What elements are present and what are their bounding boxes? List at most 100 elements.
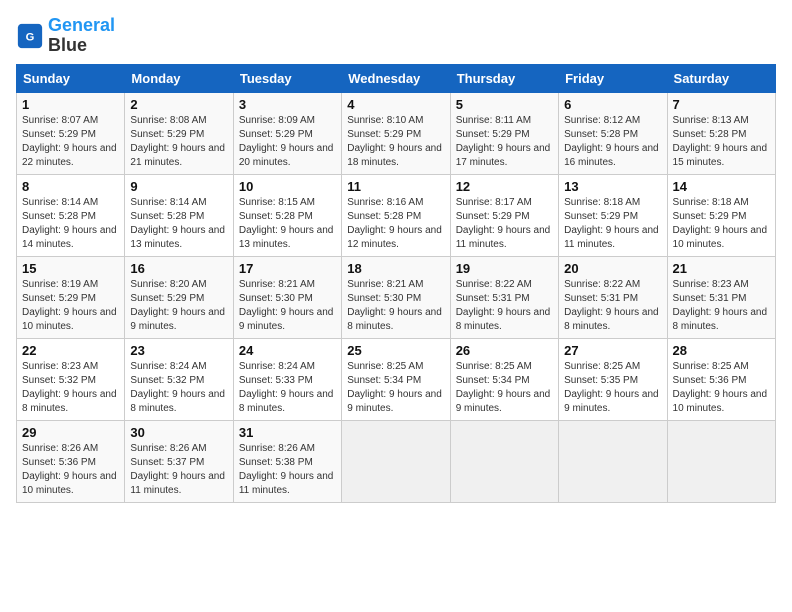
day-header-monday: Monday: [125, 64, 233, 92]
sunrise: Sunrise: 8:12 AM: [564, 115, 640, 126]
day-info: Sunrise: 8:18 AM Sunset: 5:29 PM Dayligh…: [564, 196, 661, 252]
daylight: Daylight: 9 hours and 22 minutes.: [22, 143, 117, 168]
sunrise: Sunrise: 8:24 AM: [130, 361, 206, 372]
sunset: Sunset: 5:33 PM: [239, 375, 313, 386]
day-number: 15: [22, 261, 119, 276]
calendar-cell: 30 Sunrise: 8:26 AM Sunset: 5:37 PM Dayl…: [125, 420, 233, 502]
calendar-table: SundayMondayTuesdayWednesdayThursdayFrid…: [16, 64, 776, 503]
sunrise: Sunrise: 8:17 AM: [456, 197, 532, 208]
sunrise: Sunrise: 8:21 AM: [239, 279, 315, 290]
day-number: 19: [456, 261, 553, 276]
day-header-friday: Friday: [559, 64, 667, 92]
daylight: Daylight: 9 hours and 10 minutes.: [22, 471, 117, 496]
day-info: Sunrise: 8:16 AM Sunset: 5:28 PM Dayligh…: [347, 196, 444, 252]
day-header-sunday: Sunday: [17, 64, 125, 92]
calendar-cell: 20 Sunrise: 8:22 AM Sunset: 5:31 PM Dayl…: [559, 256, 667, 338]
sunrise: Sunrise: 8:14 AM: [130, 197, 206, 208]
calendar-cell: 12 Sunrise: 8:17 AM Sunset: 5:29 PM Dayl…: [450, 174, 558, 256]
page-header: G General Blue: [16, 16, 776, 56]
sunset: Sunset: 5:34 PM: [456, 375, 530, 386]
day-info: Sunrise: 8:23 AM Sunset: 5:31 PM Dayligh…: [673, 278, 770, 334]
daylight: Daylight: 9 hours and 8 minutes.: [239, 389, 334, 414]
sunrise: Sunrise: 8:15 AM: [239, 197, 315, 208]
calendar-cell: 25 Sunrise: 8:25 AM Sunset: 5:34 PM Dayl…: [342, 338, 450, 420]
sunrise: Sunrise: 8:23 AM: [22, 361, 98, 372]
calendar-cell: 7 Sunrise: 8:13 AM Sunset: 5:28 PM Dayli…: [667, 92, 775, 174]
day-number: 29: [22, 425, 119, 440]
day-info: Sunrise: 8:19 AM Sunset: 5:29 PM Dayligh…: [22, 278, 119, 334]
sunset: Sunset: 5:36 PM: [673, 375, 747, 386]
day-number: 8: [22, 179, 119, 194]
day-number: 20: [564, 261, 661, 276]
day-info: Sunrise: 8:26 AM Sunset: 5:37 PM Dayligh…: [130, 442, 227, 498]
day-info: Sunrise: 8:25 AM Sunset: 5:36 PM Dayligh…: [673, 360, 770, 416]
daylight: Daylight: 9 hours and 11 minutes.: [239, 471, 334, 496]
daylight: Daylight: 9 hours and 9 minutes.: [130, 307, 225, 332]
day-number: 30: [130, 425, 227, 440]
daylight: Daylight: 9 hours and 10 minutes.: [673, 389, 768, 414]
sunrise: Sunrise: 8:11 AM: [456, 115, 531, 126]
day-info: Sunrise: 8:25 AM Sunset: 5:35 PM Dayligh…: [564, 360, 661, 416]
day-info: Sunrise: 8:22 AM Sunset: 5:31 PM Dayligh…: [456, 278, 553, 334]
day-info: Sunrise: 8:24 AM Sunset: 5:33 PM Dayligh…: [239, 360, 336, 416]
calendar-cell: [450, 420, 558, 502]
sunset: Sunset: 5:28 PM: [347, 211, 421, 222]
day-info: Sunrise: 8:10 AM Sunset: 5:29 PM Dayligh…: [347, 114, 444, 170]
calendar-cell: 13 Sunrise: 8:18 AM Sunset: 5:29 PM Dayl…: [559, 174, 667, 256]
sunrise: Sunrise: 8:21 AM: [347, 279, 423, 290]
daylight: Daylight: 9 hours and 10 minutes.: [673, 225, 768, 250]
day-number: 11: [347, 179, 444, 194]
sunset: Sunset: 5:37 PM: [130, 457, 204, 468]
daylight: Daylight: 9 hours and 18 minutes.: [347, 143, 442, 168]
sunset: Sunset: 5:36 PM: [22, 457, 96, 468]
daylight: Daylight: 9 hours and 8 minutes.: [564, 307, 659, 332]
day-number: 6: [564, 97, 661, 112]
daylight: Daylight: 9 hours and 9 minutes.: [456, 389, 551, 414]
day-number: 10: [239, 179, 336, 194]
day-info: Sunrise: 8:09 AM Sunset: 5:29 PM Dayligh…: [239, 114, 336, 170]
calendar-cell: 24 Sunrise: 8:24 AM Sunset: 5:33 PM Dayl…: [233, 338, 341, 420]
day-number: 26: [456, 343, 553, 358]
daylight: Daylight: 9 hours and 10 minutes.: [22, 307, 117, 332]
daylight: Daylight: 9 hours and 21 minutes.: [130, 143, 225, 168]
day-number: 28: [673, 343, 770, 358]
sunset: Sunset: 5:34 PM: [347, 375, 421, 386]
calendar-cell: 2 Sunrise: 8:08 AM Sunset: 5:29 PM Dayli…: [125, 92, 233, 174]
sunrise: Sunrise: 8:22 AM: [564, 279, 640, 290]
sunrise: Sunrise: 8:23 AM: [673, 279, 749, 290]
daylight: Daylight: 9 hours and 8 minutes.: [22, 389, 117, 414]
sunset: Sunset: 5:32 PM: [22, 375, 96, 386]
daylight: Daylight: 9 hours and 11 minutes.: [564, 225, 659, 250]
sunset: Sunset: 5:31 PM: [673, 293, 747, 304]
sunset: Sunset: 5:29 PM: [239, 129, 313, 140]
calendar-cell: 28 Sunrise: 8:25 AM Sunset: 5:36 PM Dayl…: [667, 338, 775, 420]
sunset: Sunset: 5:28 PM: [239, 211, 313, 222]
week-row-4: 22 Sunrise: 8:23 AM Sunset: 5:32 PM Dayl…: [17, 338, 776, 420]
calendar-cell: 23 Sunrise: 8:24 AM Sunset: 5:32 PM Dayl…: [125, 338, 233, 420]
sunset: Sunset: 5:35 PM: [564, 375, 638, 386]
calendar-cell: 14 Sunrise: 8:18 AM Sunset: 5:29 PM Dayl…: [667, 174, 775, 256]
sunrise: Sunrise: 8:25 AM: [673, 361, 749, 372]
day-info: Sunrise: 8:14 AM Sunset: 5:28 PM Dayligh…: [130, 196, 227, 252]
day-header-wednesday: Wednesday: [342, 64, 450, 92]
day-info: Sunrise: 8:11 AM Sunset: 5:29 PM Dayligh…: [456, 114, 553, 170]
day-number: 31: [239, 425, 336, 440]
week-row-5: 29 Sunrise: 8:26 AM Sunset: 5:36 PM Dayl…: [17, 420, 776, 502]
daylight: Daylight: 9 hours and 8 minutes.: [673, 307, 768, 332]
day-info: Sunrise: 8:07 AM Sunset: 5:29 PM Dayligh…: [22, 114, 119, 170]
calendar-cell: [342, 420, 450, 502]
calendar-cell: 31 Sunrise: 8:26 AM Sunset: 5:38 PM Dayl…: [233, 420, 341, 502]
day-number: 4: [347, 97, 444, 112]
day-info: Sunrise: 8:22 AM Sunset: 5:31 PM Dayligh…: [564, 278, 661, 334]
calendar-cell: 6 Sunrise: 8:12 AM Sunset: 5:28 PM Dayli…: [559, 92, 667, 174]
day-number: 16: [130, 261, 227, 276]
calendar-cell: 21 Sunrise: 8:23 AM Sunset: 5:31 PM Dayl…: [667, 256, 775, 338]
sunset: Sunset: 5:29 PM: [130, 293, 204, 304]
sunrise: Sunrise: 8:20 AM: [130, 279, 206, 290]
calendar-cell: [559, 420, 667, 502]
calendar-cell: 17 Sunrise: 8:21 AM Sunset: 5:30 PM Dayl…: [233, 256, 341, 338]
day-header-saturday: Saturday: [667, 64, 775, 92]
day-number: 18: [347, 261, 444, 276]
sunrise: Sunrise: 8:26 AM: [22, 443, 98, 454]
sunrise: Sunrise: 8:18 AM: [673, 197, 749, 208]
